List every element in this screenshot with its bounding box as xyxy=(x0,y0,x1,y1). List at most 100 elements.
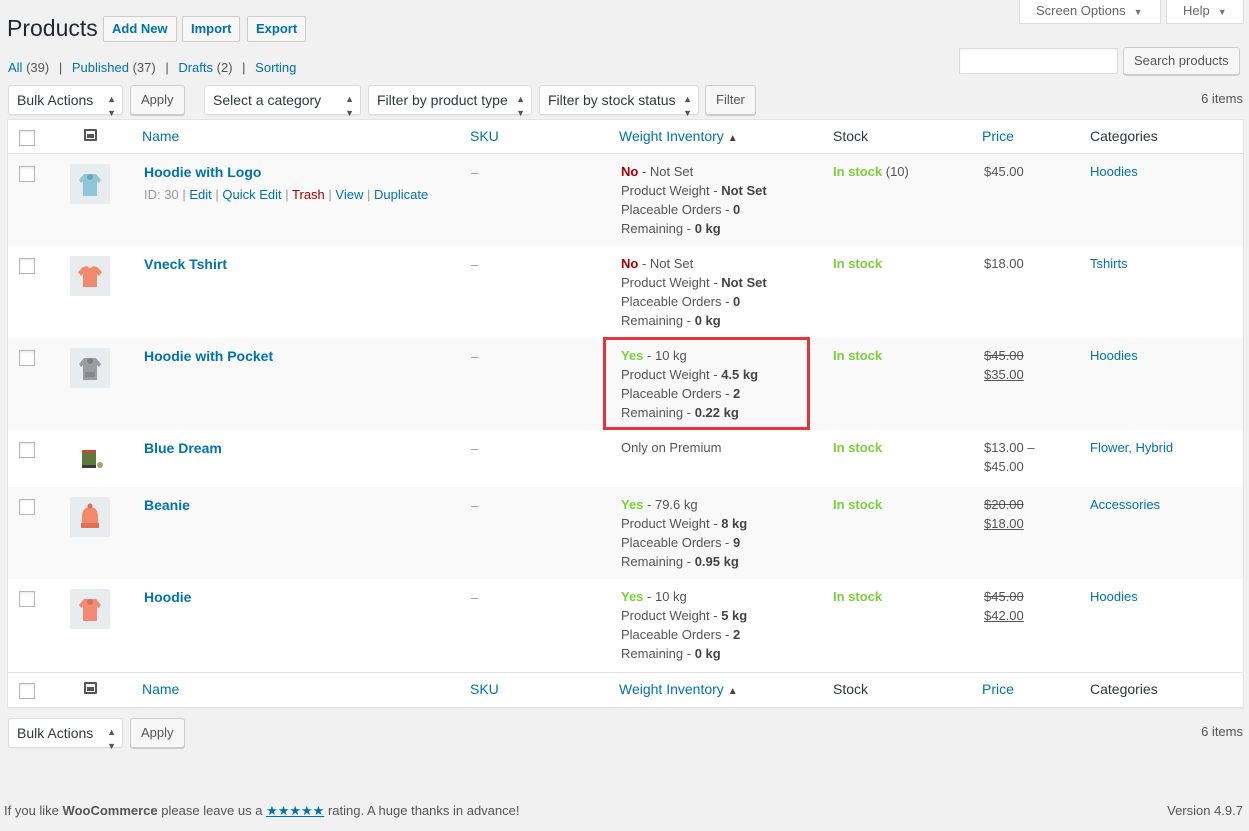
image-icon xyxy=(84,682,97,694)
view-sorting[interactable]: Sorting xyxy=(255,60,296,75)
row-checkbox[interactable] xyxy=(19,350,35,366)
product-id: ID: 30 xyxy=(144,187,179,202)
sku-value: – xyxy=(471,165,479,180)
import-button[interactable]: Import xyxy=(182,16,241,42)
row-checkbox[interactable] xyxy=(19,442,35,458)
weight-inventory-cell: No - Not Set Product Weight - Not Set Pl… xyxy=(621,256,767,328)
rating-stars-link[interactable]: ★★★★★ xyxy=(266,803,324,818)
category-link[interactable]: Accessories xyxy=(1090,497,1160,512)
product-thumbnail[interactable] xyxy=(70,348,110,388)
category-link[interactable]: Hybrid xyxy=(1136,440,1174,455)
category-link[interactable]: Hoodies xyxy=(1090,589,1138,604)
trash-link[interactable]: Trash xyxy=(292,187,325,202)
items-count: 6 items xyxy=(1201,91,1243,106)
product-name-link[interactable]: Hoodie with Pocket xyxy=(144,348,273,364)
product-name-link[interactable]: Blue Dream xyxy=(144,440,222,456)
row-checkbox[interactable] xyxy=(19,499,35,515)
select-all-checkbox[interactable] xyxy=(19,130,35,146)
screen-options-tab[interactable]: Screen Options ▼ xyxy=(1019,0,1161,24)
regular-price: $45.00 xyxy=(984,589,1024,604)
filter-button[interactable]: Filter xyxy=(705,85,756,115)
price-value: $18.00 xyxy=(984,256,1024,271)
categories-cell: Flower, Hybrid xyxy=(1090,440,1174,455)
apply-button[interactable]: Apply xyxy=(130,718,185,748)
sku-value: – xyxy=(471,257,479,272)
product-name-link[interactable]: Hoodie with Logo xyxy=(144,164,261,180)
product-thumbnail[interactable] xyxy=(70,256,110,296)
column-weight-inventory[interactable]: Weight Inventory ▲ xyxy=(619,128,738,144)
price-value: $45.00 $35.00 xyxy=(984,346,1024,384)
sale-price: $35.00 xyxy=(984,367,1024,382)
weight-inventory-cell: No - Not Set Product Weight - Not Set Pl… xyxy=(621,164,767,236)
row-checkbox[interactable] xyxy=(19,166,35,182)
table-row: Vneck Tshirt – No - Not Set Product Weig… xyxy=(8,246,1243,338)
sort-ascending-icon: ▲ xyxy=(727,133,738,144)
quick-edit-link[interactable]: Quick Edit xyxy=(222,187,281,202)
sku-value: – xyxy=(471,590,479,605)
price-range: $13.00 – $45.00 xyxy=(984,440,1035,474)
apply-button[interactable]: Apply xyxy=(130,85,185,115)
stock-status-select[interactable]: Filter by stock status ▲ ▼ xyxy=(539,85,699,118)
row-checkbox[interactable] xyxy=(19,258,35,274)
table-row: Blue Dream – Only on Premium In stock $1… xyxy=(8,430,1243,487)
select-arrows-icon: ▲ ▼ xyxy=(107,727,116,751)
sku-value: – xyxy=(471,349,479,364)
select-all-checkbox[interactable] xyxy=(19,683,35,699)
view-published[interactable]: Published (37) xyxy=(72,60,156,75)
price-value: $45.00 xyxy=(984,164,1024,179)
search-products-button[interactable]: Search products xyxy=(1123,47,1240,75)
column-weight-inventory[interactable]: Weight Inventory ▲ xyxy=(619,681,738,697)
category-link[interactable]: Hoodies xyxy=(1090,348,1138,363)
bulk-actions-select[interactable]: Bulk Actions ▲ ▼ xyxy=(8,85,123,118)
column-name[interactable]: Name xyxy=(142,128,179,144)
stock-status: In stock xyxy=(833,589,883,604)
export-button[interactable]: Export xyxy=(247,16,307,42)
column-sku[interactable]: SKU xyxy=(470,681,499,697)
category-select[interactable]: Select a category ▲ ▼ xyxy=(204,85,361,118)
column-sku[interactable]: SKU xyxy=(470,128,499,144)
table-row: Beanie – Yes - 79.6 kg Product Weight - … xyxy=(8,487,1243,579)
product-thumbnail[interactable] xyxy=(70,440,110,480)
product-type-select[interactable]: Filter by product type ▲ ▼ xyxy=(368,85,532,118)
duplicate-link[interactable]: Duplicate xyxy=(374,187,428,202)
stock-status: In stock xyxy=(833,497,883,512)
add-new-button[interactable]: Add New xyxy=(103,16,177,42)
screen-options-label: Screen Options xyxy=(1036,3,1126,18)
column-name[interactable]: Name xyxy=(142,681,179,697)
product-thumbnail[interactable] xyxy=(70,164,110,204)
weight-inventory-note: Only on Premium xyxy=(621,440,722,455)
view-all[interactable]: All (39) xyxy=(8,60,49,75)
regular-price: $45.00 xyxy=(984,348,1024,363)
column-categories: Categories xyxy=(1090,128,1158,144)
bulk-actions-select[interactable]: Bulk Actions ▲ ▼ xyxy=(8,718,123,751)
column-categories: Categories xyxy=(1090,681,1158,697)
table-row: Hoodie – Yes - 10 kg Product Weight - 5 … xyxy=(8,579,1243,672)
product-thumbnail[interactable] xyxy=(70,497,110,537)
column-price[interactable]: Price xyxy=(982,681,1014,697)
category-link[interactable]: Hoodies xyxy=(1090,164,1138,179)
help-label: Help xyxy=(1183,3,1210,18)
product-name-link[interactable]: Hoodie xyxy=(144,589,191,605)
row-actions: ID: 30 | Edit | Quick Edit | Trash | Vie… xyxy=(144,187,429,202)
view-link[interactable]: View xyxy=(335,187,363,202)
category-link[interactable]: Tshirts xyxy=(1090,256,1128,271)
select-arrows-icon: ▲ ▼ xyxy=(345,94,354,118)
table-footer: Name SKU Weight Inventory ▲ Stock Price … xyxy=(8,672,1243,706)
edit-link[interactable]: Edit xyxy=(189,187,211,202)
column-stock: Stock xyxy=(833,128,869,144)
view-drafts[interactable]: Drafts (2) xyxy=(178,60,232,75)
product-name-link[interactable]: Beanie xyxy=(144,497,190,513)
stock-status: In stock xyxy=(833,256,883,271)
product-name-link[interactable]: Vneck Tshirt xyxy=(144,256,227,272)
version-text: Version 4.9.7 xyxy=(1167,803,1243,818)
search-input[interactable] xyxy=(959,48,1118,74)
column-price[interactable]: Price xyxy=(982,128,1014,144)
help-tab[interactable]: Help ▼ xyxy=(1166,0,1244,24)
product-thumbnail[interactable] xyxy=(70,589,110,629)
category-link[interactable]: Flower xyxy=(1090,440,1128,455)
table-header: Name SKU Weight Inventory ▲ Stock Price … xyxy=(8,120,1243,154)
footer-rating-text: If you like WooCommerce please leave us … xyxy=(4,803,520,818)
stock-status: In stock xyxy=(833,440,883,455)
page-title: Products xyxy=(7,15,98,41)
row-checkbox[interactable] xyxy=(19,591,35,607)
